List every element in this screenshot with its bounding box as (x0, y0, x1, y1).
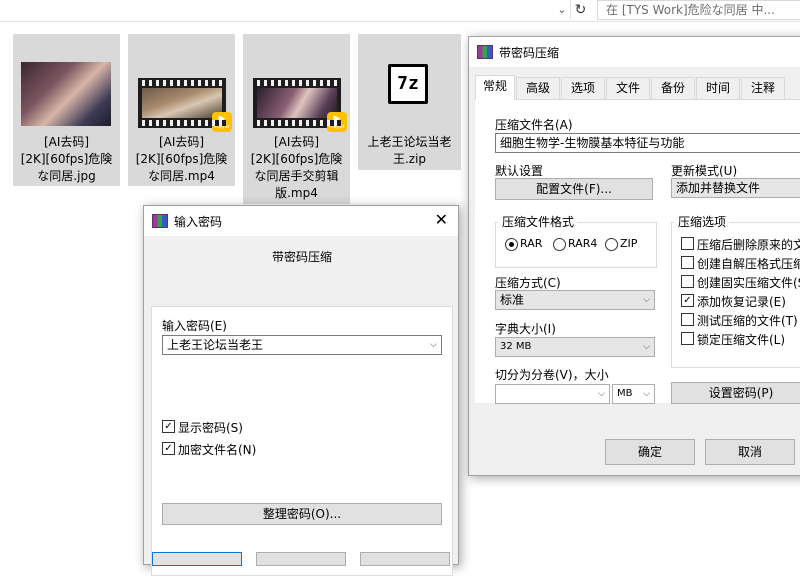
ok-button[interactable]: 确定 (605, 439, 695, 465)
close-icon[interactable]: ✕ (435, 210, 448, 229)
archive-name-label: 压缩文件名(A) (495, 118, 573, 132)
show-password-label: 显示密码(S) (178, 421, 243, 435)
update-mode-label: 更新模式(U) (671, 164, 738, 178)
option-sfx-checkbox[interactable] (681, 256, 694, 269)
file-tile-mp4-edit[interactable]: ▶ Player [AI去码] [2K][60fps]危険 な同居手交剪辑 版.m… (243, 34, 350, 204)
tab-files[interactable]: 文件 (606, 77, 650, 99)
encrypt-filenames-checkbox[interactable]: ✓ (162, 442, 175, 455)
image-thumbnail (21, 62, 111, 126)
tab-general[interactable]: 常规 (475, 75, 515, 100)
explorer-address-bar: ⌄ ↻ 在 [TYS Work]危险な同居 中... (0, 0, 800, 22)
search-input[interactable]: 在 [TYS Work]危险な同居 中... (597, 0, 800, 20)
format-rar4-radio[interactable] (553, 238, 566, 251)
general-tab-panel: 压缩文件名(A) 细胞生物学-生物膜基本特征与功能 默认设置 配置文件(F)..… (475, 99, 800, 404)
dialog-heading: 带密码压缩 (271, 250, 332, 264)
chevron-down-icon: ⌵ (643, 389, 650, 399)
encrypt-filenames-label: 加密文件名(N) (178, 443, 257, 457)
file-tile-mp4[interactable]: ▶ Player [AI去码] [2K][60fps]危険 な同居.mp4 (128, 34, 235, 186)
dictionary-select[interactable]: 32 MB ⌵ (495, 337, 655, 357)
option-solid-checkbox[interactable] (681, 275, 694, 288)
tab-time[interactable]: 时间 (696, 77, 740, 99)
cancel-button-partial[interactable] (256, 552, 346, 566)
chevron-down-icon: ⌵ (643, 342, 650, 352)
7z-archive-icon: 7z (388, 64, 428, 104)
file-tile-jpg[interactable]: [AI去码] [2K][60fps]危険 な同居.jpg (13, 34, 120, 186)
cancel-button[interactable]: 取消 (705, 439, 795, 465)
file-name: [AI去码] [2K][60fps]危険 な同居.jpg (20, 135, 113, 183)
option-recovery-checkbox[interactable]: ✓ (681, 294, 694, 307)
password-label: 输入密码(E) (162, 319, 227, 333)
password-panel: 输入密码(E) 上老王论坛当老王 ⌵ ✓ 显示密码(S) ✓ 加密文件名(N) 整… (151, 306, 453, 576)
dialog-title: 输入密码 (174, 215, 223, 229)
video-thumbnail: ▶ Player (138, 78, 232, 132)
option-solid-label: 创建固实压缩文件(S (697, 276, 800, 290)
winrar-icon (152, 214, 168, 228)
tab-options[interactable]: 选项 (561, 77, 605, 99)
history-dropdown-chevron-icon[interactable]: ⌄ (554, 1, 570, 19)
password-dialog: 输入密码 ✕ 带密码压缩 输入密码(E) 上老王论坛当老王 ⌵ ✓ 显示密码(S)… (143, 205, 459, 576)
player-badge-icon: ▶ Player (212, 112, 232, 132)
option-recovery-label: 添加恢复记录(E) (697, 295, 786, 309)
split-volume-label: 切分为分卷(V)，大小 (495, 368, 609, 382)
archive-settings-dialog: 带密码压缩 常规 高级 选项 文件 备份 时间 注释 压缩文件名(A) 细胞生物… (468, 36, 800, 476)
refresh-icon[interactable]: ↻ (570, 0, 590, 20)
chevron-down-icon: ⌵ (430, 340, 437, 350)
option-delete-after-label: 压缩后删除原来的文 (697, 238, 800, 252)
option-sfx-label: 创建自解压格式压缩 (697, 257, 800, 271)
split-unit-select[interactable]: MB ⌵ (612, 384, 655, 404)
ok-button-partial[interactable] (152, 552, 242, 566)
title-bar[interactable]: 带密码压缩 (469, 37, 800, 67)
default-settings-label: 默认设置 (495, 164, 544, 178)
update-mode-select[interactable]: 添加并替换文件 (671, 178, 800, 198)
method-select[interactable]: 标准 ⌵ (495, 290, 655, 310)
tab-comment[interactable]: 注释 (741, 77, 785, 99)
dialog-title: 带密码压缩 (499, 46, 560, 60)
option-lock-label: 锁定压缩文件(L) (697, 333, 786, 347)
organize-passwords-button[interactable]: 整理密码(O)... (162, 503, 442, 525)
winrar-icon (477, 45, 493, 59)
archive-name-input[interactable]: 细胞生物学-生物膜基本特征与功能 (495, 133, 800, 153)
option-delete-after-checkbox[interactable] (681, 237, 694, 250)
chevron-down-icon: ⌵ (598, 389, 605, 399)
format-rar-label: RAR (520, 237, 543, 250)
option-lock-checkbox[interactable] (681, 332, 694, 345)
help-button-partial[interactable] (360, 552, 450, 566)
tab-backup[interactable]: 备份 (651, 77, 695, 99)
format-zip-radio[interactable] (605, 238, 618, 251)
dictionary-label: 字典大小(I) (495, 322, 556, 336)
player-badge-icon: ▶ Player (327, 112, 347, 132)
format-zip-label: ZIP (620, 237, 638, 250)
password-input[interactable]: 上老王论坛当老王 ⌵ (162, 335, 442, 355)
split-size-input[interactable]: ⌵ (495, 384, 610, 404)
option-test-label: 测试压缩的文件(T) (697, 314, 798, 328)
tab-advanced[interactable]: 高级 (516, 77, 560, 99)
format-group-title: 压缩文件格式 (499, 213, 578, 230)
format-rar-radio[interactable] (505, 238, 518, 251)
title-bar[interactable]: 输入密码 ✕ (144, 206, 458, 236)
format-rar4-label: RAR4 (568, 237, 598, 250)
chevron-down-icon: ⌵ (643, 295, 650, 305)
options-group-title: 压缩选项 (675, 213, 730, 230)
set-password-button[interactable]: 设置密码(P) (671, 382, 800, 404)
file-tile-zip[interactable]: 7z 上老王论坛当老 王.zip (358, 34, 461, 170)
option-test-checkbox[interactable] (681, 313, 694, 326)
profiles-button[interactable]: 配置文件(F)... (495, 178, 653, 200)
method-label: 压缩方式(C) (495, 276, 561, 290)
show-password-checkbox[interactable]: ✓ (162, 420, 175, 433)
file-name: [AI去码] [2K][60fps]危険 な同居.mp4 (135, 135, 228, 183)
file-name: [AI去码] [2K][60fps]危険 な同居手交剪辑 版.mp4 (250, 135, 343, 200)
file-name: 上老王论坛当老 王.zip (367, 135, 452, 166)
video-thumbnail: ▶ Player (253, 78, 347, 132)
